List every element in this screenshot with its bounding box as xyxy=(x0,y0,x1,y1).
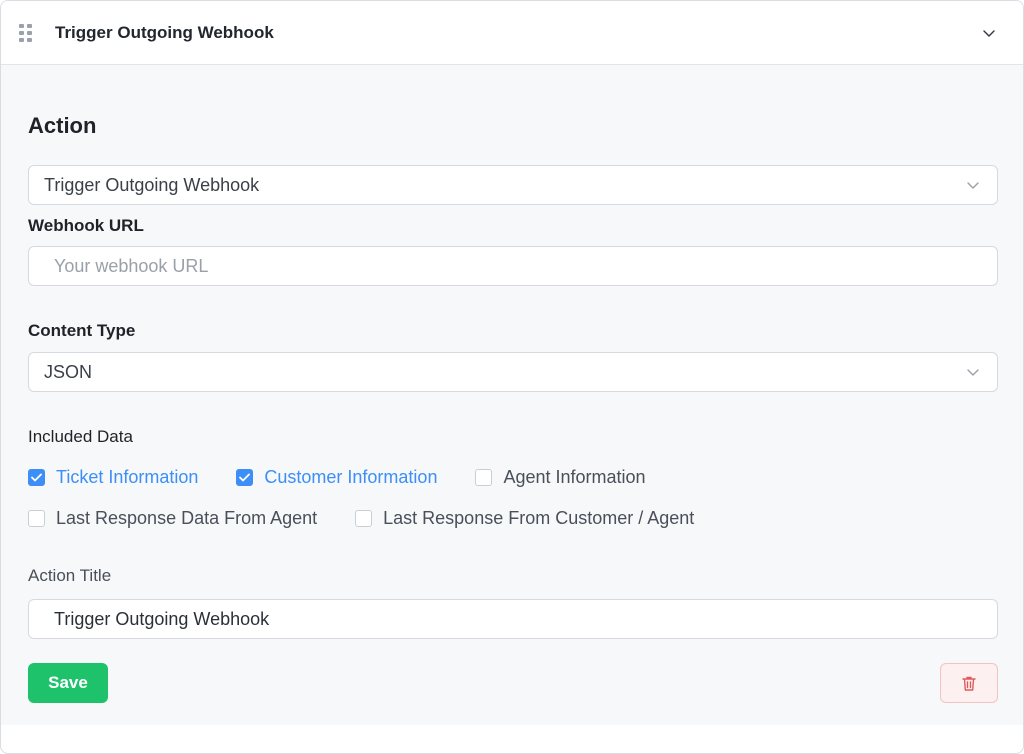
checkbox-label: Last Response From Customer / Agent xyxy=(383,508,695,528)
checkbox-last-response-customer-agent[interactable]: Last Response From Customer / Agent xyxy=(355,508,694,529)
included-data-label: Included Data xyxy=(28,427,133,446)
checkbox-unchecked-icon[interactable] xyxy=(355,510,373,527)
webhook-action-card: Trigger Outgoing Webhook Action Trigger … xyxy=(0,0,1024,754)
webhook-url-placeholder: Your webhook URL xyxy=(54,255,209,276)
content-type-value: JSON xyxy=(44,361,93,382)
checkbox-agent-information[interactable]: Agent Information xyxy=(475,467,646,488)
action-title-input[interactable]: Trigger Outgoing Webhook xyxy=(28,599,998,639)
chevron-down-icon[interactable] xyxy=(981,25,997,41)
checkbox-unchecked-icon[interactable] xyxy=(28,510,45,527)
card-header[interactable]: Trigger Outgoing Webhook xyxy=(1,1,1023,65)
checkbox-unchecked-icon[interactable] xyxy=(475,469,493,486)
card-title: Trigger Outgoing Webhook xyxy=(55,22,274,42)
checkbox-checked-icon[interactable] xyxy=(28,469,45,486)
checkbox-label: Ticket Information xyxy=(56,467,199,487)
action-select-value: Trigger Outgoing Webhook xyxy=(44,174,260,195)
content-type-select[interactable]: JSON xyxy=(28,352,998,392)
action-title-label: Action Title xyxy=(28,566,112,585)
content-type-label: Content Type xyxy=(28,321,136,340)
chevron-down-icon xyxy=(967,369,979,376)
section-title: Action xyxy=(28,113,97,138)
save-button[interactable]: Save xyxy=(28,663,108,703)
checkbox-customer-information[interactable]: Customer Information xyxy=(236,467,437,488)
drag-handle-icon[interactable] xyxy=(19,23,35,42)
checkbox-checked-icon[interactable] xyxy=(236,469,254,486)
checkbox-label: Customer Information xyxy=(264,467,438,487)
action-title-value: Trigger Outgoing Webhook xyxy=(54,608,270,629)
included-data-row-2: Last Response Data From Agent Last Respo… xyxy=(28,508,732,529)
checkbox-label: Agent Information xyxy=(503,467,646,487)
chevron-down-icon xyxy=(967,182,979,189)
action-select[interactable]: Trigger Outgoing Webhook xyxy=(28,165,998,205)
webhook-url-input[interactable]: Your webhook URL xyxy=(28,246,998,286)
checkbox-last-response-agent[interactable]: Last Response Data From Agent xyxy=(28,508,317,529)
checkbox-label: Last Response Data From Agent xyxy=(56,508,318,528)
webhook-url-label: Webhook URL xyxy=(28,216,144,235)
included-data-row-1: Ticket Information Customer Information … xyxy=(28,467,684,488)
delete-button[interactable] xyxy=(940,663,998,703)
checkbox-ticket-information[interactable]: Ticket Information xyxy=(28,467,198,488)
trash-icon xyxy=(962,676,976,691)
